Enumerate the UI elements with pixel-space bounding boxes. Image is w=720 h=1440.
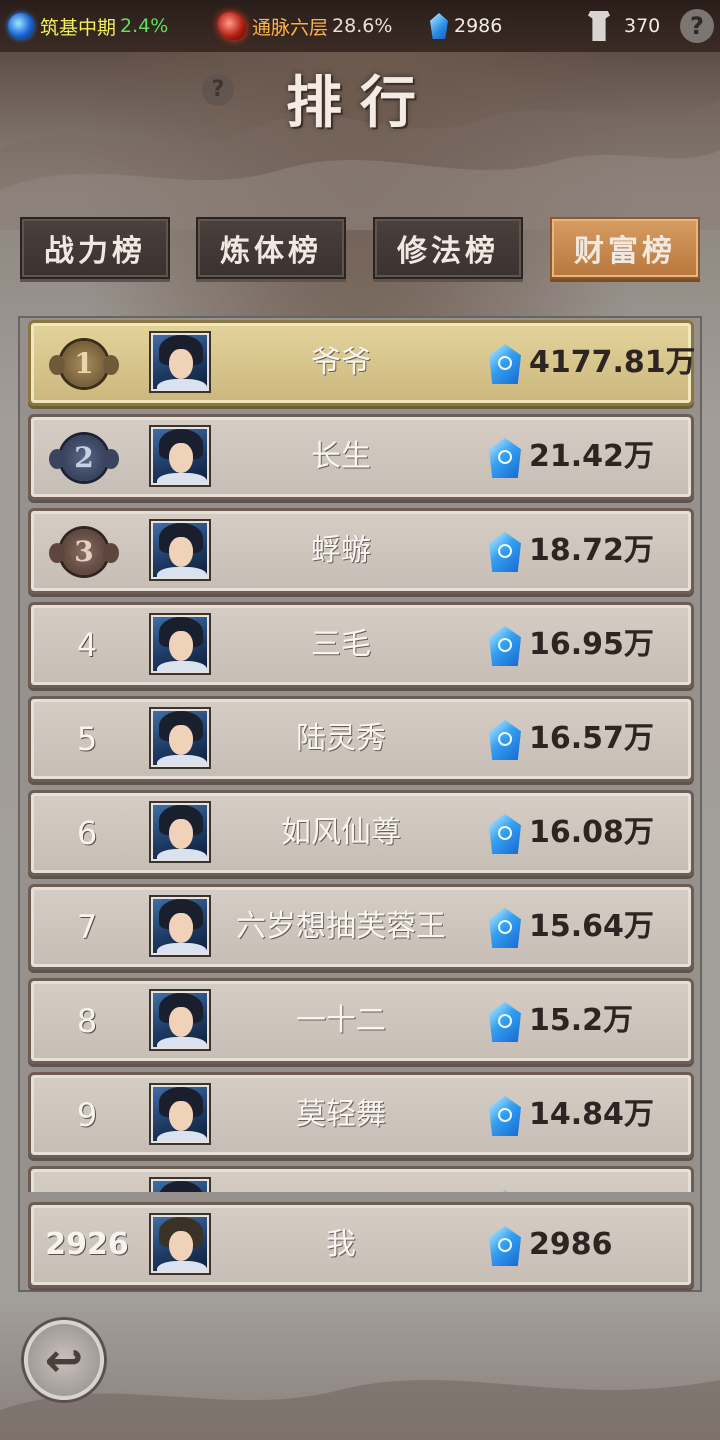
wealth-value: 14.84万 xyxy=(529,1097,654,1132)
player-avatar[interactable] xyxy=(151,615,209,673)
wealth-value: 16.08万 xyxy=(529,815,654,850)
player-avatar[interactable] xyxy=(151,333,209,391)
player-avatar[interactable] xyxy=(151,991,209,1049)
rank-number: 6 xyxy=(76,814,98,852)
spirit-stone-icon xyxy=(489,438,521,478)
gold-medal-icon: 1 xyxy=(49,341,119,387)
player-name: 一十二 xyxy=(296,1003,386,1038)
wealth-value: 4177.81万 xyxy=(529,345,694,380)
spirit-stone-icon xyxy=(489,1226,521,1266)
spirit-stone-icon xyxy=(489,1096,521,1136)
player-avatar[interactable] xyxy=(151,709,209,767)
spirit-stone-icon xyxy=(489,344,521,384)
leaderboard-row[interactable]: 9 莫轻舞 14.84万 xyxy=(28,1072,694,1158)
player-name: 莫轻舞 xyxy=(296,1097,386,1132)
leaderboard-row-partial[interactable] xyxy=(28,1166,694,1192)
return-arrow-icon: ↩ xyxy=(44,1333,84,1387)
blue-orb-icon xyxy=(8,13,34,39)
rank-number: 8 xyxy=(76,1002,98,1040)
tab-combat-power[interactable]: 战力榜 xyxy=(20,217,170,279)
meridian-label: 通脉六层 xyxy=(252,16,329,39)
player-name: 三毛 xyxy=(311,627,371,662)
leaderboard-row[interactable]: 8 一十二 15.2万 xyxy=(28,978,694,1064)
wealth-value: 21.42万 xyxy=(529,439,654,474)
player-avatar[interactable] xyxy=(151,427,209,485)
leaderboard-row[interactable]: 4 三毛 16.95万 xyxy=(28,602,694,688)
scroll-count: 370 xyxy=(624,15,661,37)
leaderboard-list[interactable]: 1 爷爷 4177.81万 2 长生 21.42万 3 蜉蝣 18.72万 4 … xyxy=(28,320,694,1192)
bronze-medal-icon: 3 xyxy=(49,529,119,575)
spirit-stone-icon xyxy=(489,532,521,572)
scroll-icon xyxy=(588,11,610,41)
player-avatar[interactable] xyxy=(151,803,209,861)
spirit-stone-icon xyxy=(489,908,521,948)
cultivation-percent: 2.4% xyxy=(120,15,169,37)
player-name: 爷爷 xyxy=(311,345,371,380)
spirit-stone-icon xyxy=(430,13,448,39)
player-avatar[interactable] xyxy=(151,897,209,955)
cultivation-label: 筑基中期 xyxy=(40,16,117,39)
wealth-value: 15.2万 xyxy=(529,1003,634,1038)
leaderboard-row[interactable]: 6 如风仙尊 16.08万 xyxy=(28,790,694,876)
wealth-value: 16.57万 xyxy=(529,721,654,756)
my-wealth-value: 2986 xyxy=(529,1227,613,1262)
spirit-stone-icon xyxy=(489,1190,521,1192)
rank-number: 4 xyxy=(76,626,98,664)
page-title: 排行 xyxy=(286,70,434,136)
spirit-stone-icon xyxy=(489,1002,521,1042)
player-name: 长生 xyxy=(311,439,371,474)
my-name: 我 xyxy=(326,1227,356,1262)
my-rank-row[interactable]: 2926 我 2986 xyxy=(28,1202,694,1288)
rank-number: 7 xyxy=(76,908,98,946)
player-avatar[interactable] xyxy=(151,1085,209,1143)
silver-medal-icon: 2 xyxy=(49,435,119,481)
leaderboard-row[interactable]: 3 蜉蝣 18.72万 xyxy=(28,508,694,594)
wealth-value: 18.72万 xyxy=(529,533,654,568)
my-avatar[interactable] xyxy=(151,1215,209,1273)
my-rank-number: 2926 xyxy=(45,1227,129,1262)
wealth-value: 16.95万 xyxy=(529,627,654,662)
wealth-value: 15.64万 xyxy=(529,909,654,944)
spirit-stone-icon xyxy=(489,720,521,760)
spirit-stone-icon xyxy=(489,814,521,854)
status-bar: 筑基中期 2.4% 通脉六层 28.6% 2986 370 ? xyxy=(0,0,720,52)
player-name: 蜉蝣 xyxy=(311,533,371,568)
tab-wealth[interactable]: 财富榜 xyxy=(550,217,700,279)
rank-number: 5 xyxy=(76,720,98,758)
back-button[interactable]: ↩ xyxy=(24,1320,104,1400)
rank-number: 9 xyxy=(76,1096,98,1134)
player-avatar[interactable] xyxy=(151,521,209,579)
scroll-stat[interactable]: 370 xyxy=(588,0,660,52)
player-avatar[interactable] xyxy=(151,1179,209,1192)
tab-magic-cultivation[interactable]: 修法榜 xyxy=(373,217,523,279)
leaderboard-row[interactable]: 5 陆灵秀 16.57万 xyxy=(28,696,694,782)
leaderboard-row[interactable]: 2 长生 21.42万 xyxy=(28,414,694,500)
spirit-stone-count: 2986 xyxy=(454,15,503,37)
leaderboard-row[interactable]: 1 爷爷 4177.81万 xyxy=(28,320,694,406)
player-name: 如风仙尊 xyxy=(281,815,401,850)
leaderboard-row[interactable]: 7 六岁想抽芙蓉王 15.64万 xyxy=(28,884,694,970)
tab-body-refining[interactable]: 炼体榜 xyxy=(196,217,346,279)
help-button[interactable]: ? xyxy=(680,9,714,43)
cultivation-stat[interactable]: 筑基中期 2.4% xyxy=(8,0,168,52)
red-flame-icon xyxy=(218,12,246,40)
meridian-stat[interactable]: 通脉六层 28.6% xyxy=(218,0,392,52)
player-name: 六岁想抽芙蓉王 xyxy=(236,909,446,944)
spirit-stone-stat[interactable]: 2986 xyxy=(430,0,502,52)
meridian-percent: 28.6% xyxy=(332,15,393,37)
spirit-stone-icon xyxy=(489,626,521,666)
player-name: 陆灵秀 xyxy=(296,721,386,756)
